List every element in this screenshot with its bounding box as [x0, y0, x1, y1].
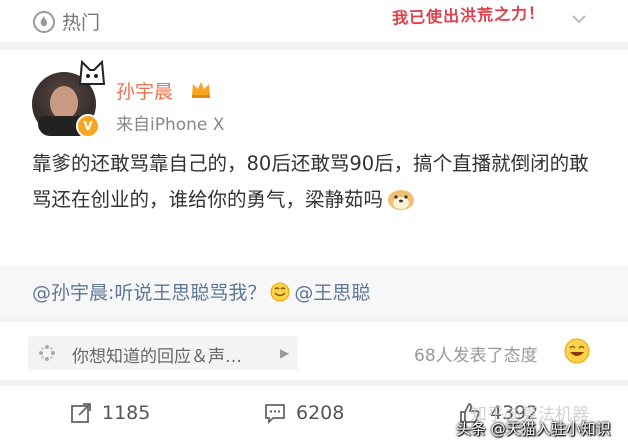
- cat-ears-icon: [78, 59, 106, 85]
- comment-button[interactable]: 6208: [264, 402, 344, 424]
- divider: [0, 42, 628, 50]
- repost-mention-link[interactable]: @孙宇晨: [32, 282, 108, 304]
- hot-tab[interactable]: 热门: [32, 8, 100, 35]
- repost-icon: [71, 403, 91, 423]
- post-text: 靠爹的还敢骂靠自己的，80后还敢骂90后，搞个直播就倒闭的敢骂还在创业的，谁给你…: [32, 152, 589, 211]
- smile-emoji-icon: [270, 282, 290, 302]
- repost-box[interactable]: @孙宇晨:听说王思聪骂我？ @王思聪: [0, 266, 628, 316]
- repost-button[interactable]: 1185: [70, 402, 150, 424]
- post-source: 来自iPhone X: [116, 115, 225, 135]
- comment-icon: [265, 404, 285, 424]
- attitude-count: 68人发表了态度: [414, 346, 538, 366]
- chevron-down-icon[interactable]: [570, 10, 588, 28]
- verified-badge-icon: V: [76, 114, 100, 138]
- arrow-right-icon: ▶: [280, 346, 290, 360]
- laugh-emoji-icon[interactable]: [564, 338, 590, 364]
- repost-count: 1185: [102, 402, 151, 424]
- source-credit: 头条 @天猫入驻小知识: [456, 420, 611, 438]
- sparkle-icon: [39, 345, 55, 361]
- hot-label: 热门: [62, 12, 101, 34]
- username[interactable]: 孙宇晨: [116, 77, 173, 104]
- repost-text: :听说王思聪骂我？: [108, 282, 267, 304]
- doge-emoji-icon: [388, 190, 415, 210]
- repost-target-link[interactable]: @王思聪: [294, 282, 370, 304]
- repost-line: @孙宇晨:听说王思聪骂我？ @王思聪: [32, 278, 370, 305]
- member-crown-icon: [192, 82, 210, 98]
- post-content: 靠爹的还敢骂靠自己的，80后还敢骂90后，搞个直播就倒闭的敢骂还在创业的，谁给你…: [32, 146, 592, 218]
- suggestion-chip[interactable]: 你想知道的回应＆声… ▶: [28, 336, 298, 370]
- sticker-text: 我已使出洪荒之力！: [391, 3, 546, 28]
- suggestion-text: 你想知道的回应＆声…: [72, 347, 242, 367]
- avatar-face: [50, 86, 78, 120]
- top-bar: 热门 我已使出洪荒之力！: [0, 0, 628, 42]
- divider: [0, 316, 628, 322]
- hot-icon: [33, 10, 55, 33]
- comment-count: 6208: [296, 402, 345, 424]
